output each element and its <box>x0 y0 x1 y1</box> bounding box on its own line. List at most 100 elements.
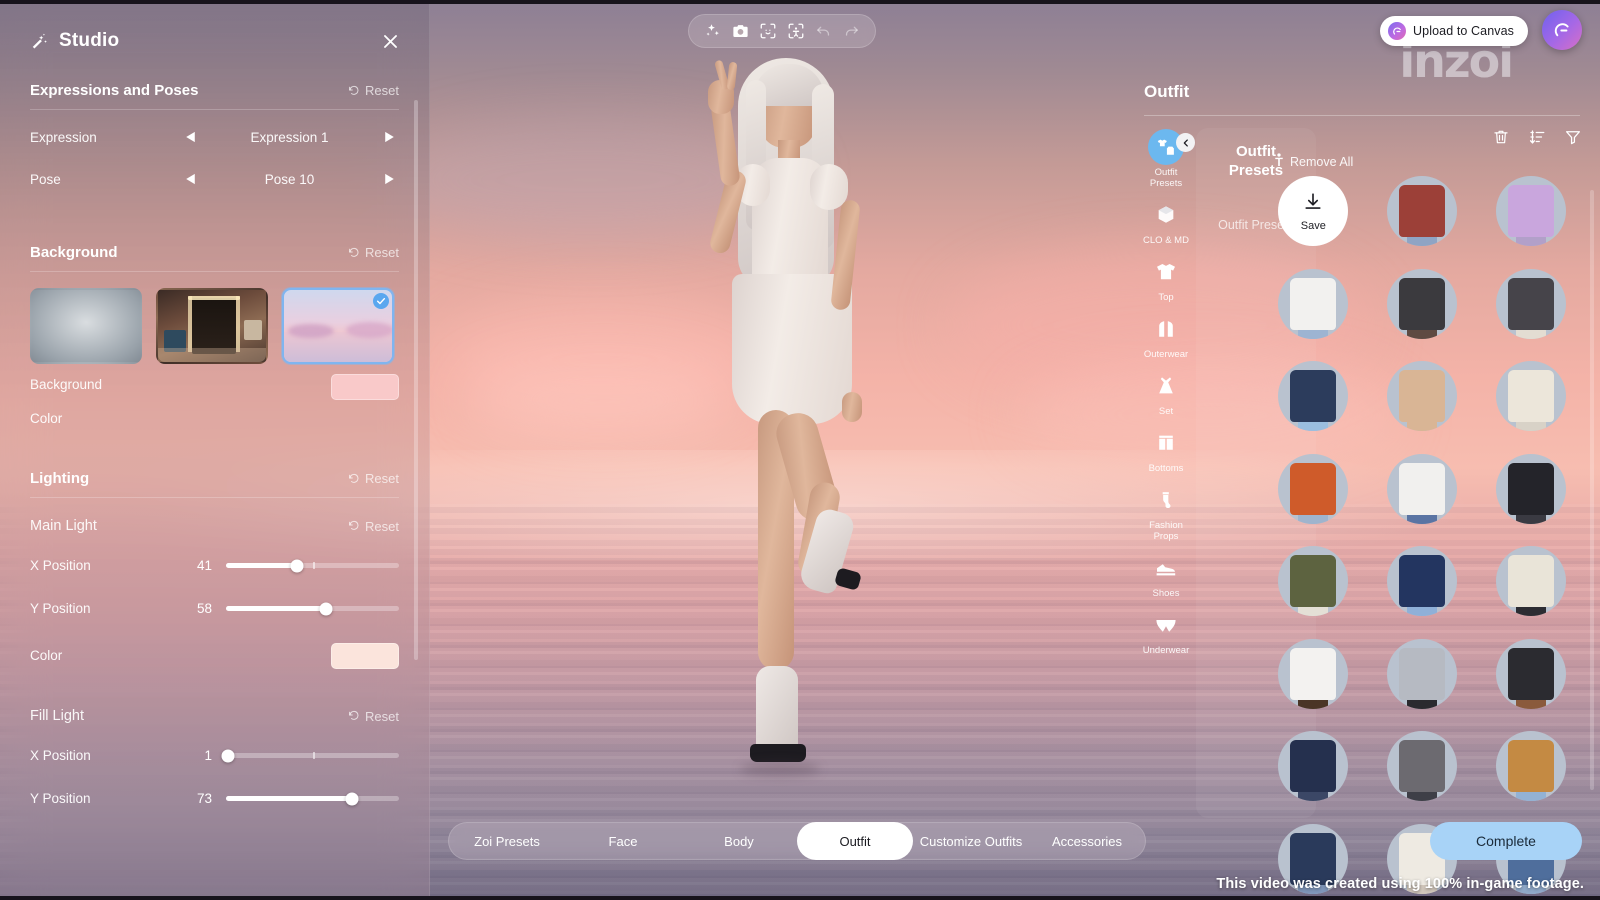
remove-all-label: Remove All <box>1290 154 1354 169</box>
category-set[interactable]: Set <box>1138 364 1194 419</box>
outfit-thumb-navy-blazer-blue-shirt[interactable] <box>1278 731 1349 801</box>
undo-icon[interactable] <box>813 21 833 41</box>
outfit-grid-tools[interactable] <box>1492 128 1582 146</box>
category-label: Outerwear <box>1143 349 1189 360</box>
underwear-icon <box>1148 607 1184 643</box>
category-outerwear[interactable]: Outerwear <box>1138 307 1194 362</box>
outfit-category-rail[interactable]: Outfit Presets CLO & MD Top Outerwear Se… <box>1138 125 1195 815</box>
lighting-reset-button[interactable]: Reset <box>348 471 399 486</box>
background-thumb-pink-sea-sunset[interactable] <box>282 288 394 364</box>
magic-enhance-icon[interactable] <box>703 21 723 41</box>
outfit-thumb-cream-graphic-sweater[interactable] <box>1495 546 1566 616</box>
outfit-thumb-black-white-hoodie[interactable] <box>1386 268 1457 339</box>
tab-outfit[interactable]: Outfit <box>797 822 913 860</box>
expression-next-icon[interactable] <box>379 131 399 143</box>
outfit-thumb-sequin-jacket-black[interactable] <box>1386 638 1457 709</box>
remove-all-button[interactable]: Remove All <box>1273 153 1353 170</box>
main-light-color-swatch[interactable] <box>331 643 399 669</box>
category-top[interactable]: Top <box>1138 250 1194 305</box>
thumb-garment <box>1398 370 1445 422</box>
slider-knob[interactable] <box>221 749 235 762</box>
thumb-garment <box>1398 647 1445 700</box>
outfit-panel-scrollbar[interactable] <box>1590 190 1594 790</box>
tab-zoi-presets[interactable]: Zoi Presets <box>449 822 565 860</box>
expressions-reset-button[interactable]: Reset <box>348 83 399 98</box>
sort-icon[interactable] <box>1528 128 1546 146</box>
expression-prev-icon[interactable] <box>180 131 200 143</box>
pose-next-icon[interactable] <box>379 173 399 185</box>
category-underwear[interactable]: Underwear <box>1138 603 1194 658</box>
fill-light-x-slider[interactable] <box>221 749 399 762</box>
body-focus-icon[interactable] <box>786 21 806 41</box>
slider-knob[interactable] <box>345 792 359 805</box>
category-bottoms[interactable]: Bottoms <box>1138 421 1194 476</box>
expression-row: Expression Expression 1 <box>30 116 399 158</box>
thumb-garment <box>1290 370 1337 422</box>
outfit-thumb-navy-bomber-denim[interactable] <box>1278 361 1349 431</box>
slider-midmark <box>312 562 315 569</box>
outfit-thumb-black-jacket-crop[interactable] <box>1495 268 1566 339</box>
background-reset-label: Reset <box>365 245 399 260</box>
pose-prev-icon[interactable] <box>180 173 200 185</box>
category-shoes[interactable]: Shoes <box>1138 546 1194 601</box>
category-fashion-props[interactable]: Fashion Props <box>1138 478 1194 544</box>
main-light-y-slider[interactable] <box>226 602 399 615</box>
outfit-thumb-white-graphic-tee[interactable] <box>1278 268 1349 339</box>
background-color-label-line2: Color <box>30 411 63 426</box>
face-focus-icon[interactable] <box>758 21 778 41</box>
tab-body[interactable]: Body <box>681 822 797 860</box>
outfit-thumb-orange-shirt[interactable] <box>1278 453 1349 524</box>
outfit-thumbnail-grid[interactable]: Save <box>1266 176 1578 900</box>
outfit-thumb-beige-knit-dress[interactable] <box>1386 361 1457 431</box>
studio-panel-scrollbar[interactable] <box>414 100 418 660</box>
background-reset-button[interactable]: Reset <box>348 245 399 260</box>
delete-icon[interactable] <box>1492 128 1510 146</box>
thumb-garment <box>1398 277 1445 330</box>
outfit-thumb-varsity-jacket-red[interactable] <box>1386 176 1457 246</box>
outfit-thumb-white-tee-brown-skirt[interactable] <box>1278 638 1349 709</box>
outfit-thumb-olive-military-jacket[interactable] <box>1278 546 1349 616</box>
main-light-reset-button[interactable]: Reset <box>348 519 399 534</box>
pose-stepper[interactable]: Pose 10 <box>180 172 399 187</box>
redo-icon[interactable] <box>841 21 861 41</box>
outfit-thumb-black-tee-leather-pants[interactable] <box>1495 638 1566 709</box>
complete-button[interactable]: Complete <box>1430 822 1582 860</box>
tab-face[interactable]: Face <box>565 822 681 860</box>
filter-icon[interactable] <box>1564 128 1582 146</box>
background-color-swatch[interactable] <box>331 374 399 400</box>
magic-wand-icon <box>30 32 49 51</box>
tab-customize-outfits[interactable]: Customize Outfits <box>913 822 1029 860</box>
outfit-panel[interactable]: Outfit Outfit Presets CLO & MD Top Outer… <box>1130 0 1600 900</box>
main-light-y-value: 58 <box>196 601 212 616</box>
main-light-x-slider[interactable] <box>226 559 399 572</box>
category-clo-md[interactable]: CLO & MD <box>1138 193 1194 248</box>
expressions-title: Expressions and Poses <box>30 82 199 99</box>
expression-stepper[interactable]: Expression 1 <box>180 130 399 145</box>
category-label: Fashion Props <box>1149 520 1183 542</box>
background-thumb-room-interior[interactable] <box>156 288 268 364</box>
outfit-thumb-navy-varsity-jacket[interactable] <box>1386 546 1457 616</box>
collapse-rail-button[interactable] <box>1176 133 1195 152</box>
outfit-thumb-white-blazer-denim[interactable] <box>1386 453 1457 524</box>
viewport-toolbar[interactable] <box>688 14 876 48</box>
outfit-thumb-lilac-tiered-dress[interactable] <box>1495 176 1566 246</box>
slider-knob[interactable] <box>319 602 333 615</box>
dress-set-icon <box>1148 368 1184 404</box>
outfit-thumb-black-button-shirt[interactable] <box>1495 453 1566 524</box>
finger-2 <box>726 61 738 91</box>
slider-knob[interactable] <box>290 559 304 572</box>
lighting-reset-label: Reset <box>365 471 399 486</box>
outfit-thumb-cream-cardigan[interactable] <box>1495 361 1566 431</box>
bottom-tab-bar[interactable]: Zoi Presets Face Body Outfit Customize O… <box>448 822 1146 860</box>
studio-panel[interactable]: Studio Expressions and Poses Reset Expre… <box>0 0 430 900</box>
background-thumb-studio-backdrop[interactable] <box>30 288 142 364</box>
outfit-thumb-grey-windbreaker[interactable] <box>1386 731 1457 801</box>
fill-light-reset-button[interactable]: Reset <box>348 709 399 724</box>
tab-accessories[interactable]: Accessories <box>1029 822 1145 860</box>
camera-icon[interactable] <box>730 21 750 41</box>
outfit-thumb-save-preset[interactable]: Save <box>1278 176 1349 246</box>
fill-light-y-slider[interactable] <box>226 792 399 805</box>
outfit-thumb-tan-jacket-denim[interactable] <box>1495 731 1566 801</box>
close-icon[interactable] <box>377 28 403 54</box>
character-avatar[interactable] <box>640 40 940 840</box>
